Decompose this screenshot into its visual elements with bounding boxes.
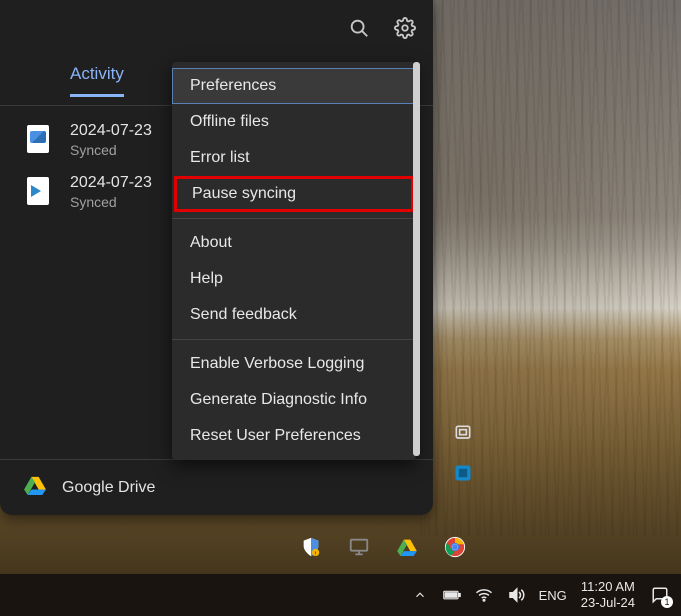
menu-item-generate-diagnostic-info[interactable]: Generate Diagnostic Info bbox=[172, 382, 416, 418]
search-icon[interactable] bbox=[345, 14, 373, 42]
clock-date: 23-Jul-24 bbox=[581, 595, 635, 611]
menu-separator bbox=[172, 339, 416, 340]
video-file-icon bbox=[24, 174, 52, 208]
monitor-icon[interactable] bbox=[346, 534, 372, 560]
file-name: 2024-07-23 bbox=[70, 174, 152, 192]
notifications-icon[interactable]: 1 bbox=[649, 584, 671, 606]
gear-icon[interactable] bbox=[391, 14, 419, 42]
settings-menu: PreferencesOffline filesError listPause … bbox=[172, 62, 416, 460]
menu-item-error-list[interactable]: Error list bbox=[172, 140, 416, 176]
file-status: Synced bbox=[70, 194, 152, 210]
menu-separator bbox=[172, 218, 416, 219]
menu-item-enable-verbose-logging[interactable]: Enable Verbose Logging bbox=[172, 346, 416, 382]
menu-item-about[interactable]: About bbox=[172, 225, 416, 261]
menu-item-help[interactable]: Help bbox=[172, 261, 416, 297]
tab-activity[interactable]: Activity bbox=[70, 64, 124, 97]
menu-item-offline-files[interactable]: Offline files bbox=[172, 104, 416, 140]
footer-title: Google Drive bbox=[62, 479, 155, 497]
google-drive-logo-icon bbox=[24, 475, 46, 500]
menu-item-reset-user-preferences[interactable]: Reset User Preferences bbox=[172, 418, 416, 454]
image-file-icon bbox=[24, 122, 52, 156]
chrome-icon[interactable] bbox=[442, 534, 468, 560]
screen-capture-icon[interactable] bbox=[452, 422, 474, 444]
battery-icon[interactable] bbox=[443, 586, 461, 604]
tray-flyout-horizontal: ! bbox=[298, 534, 468, 560]
windows-security-icon[interactable]: ! bbox=[298, 534, 324, 560]
language-indicator[interactable]: ENG bbox=[539, 588, 567, 603]
file-name: 2024-07-23 bbox=[70, 122, 152, 140]
menu-item-pause-syncing[interactable]: Pause syncing bbox=[174, 176, 414, 212]
clock[interactable]: 11:20 AM 23-Jul-24 bbox=[581, 579, 635, 610]
clock-time: 11:20 AM bbox=[581, 579, 635, 595]
drive-header bbox=[0, 0, 433, 56]
menu-item-preferences[interactable]: Preferences bbox=[172, 68, 416, 104]
menu-item-send-feedback[interactable]: Send feedback bbox=[172, 297, 416, 333]
file-status: Synced bbox=[70, 142, 152, 158]
taskbar: ENG 11:20 AM 23-Jul-24 1 bbox=[0, 574, 681, 616]
chevron-up-icon[interactable] bbox=[411, 586, 429, 604]
notification-badge: 1 bbox=[661, 596, 673, 608]
google-drive-panel: Activity 2024-07-23 Synced 2024-07-23 Sy… bbox=[0, 0, 433, 515]
volume-icon[interactable] bbox=[507, 586, 525, 604]
intel-graphics-icon[interactable] bbox=[452, 462, 474, 484]
tray-flyout-vertical bbox=[448, 422, 478, 484]
drive-footer: Google Drive bbox=[0, 459, 433, 515]
google-drive-tray-icon[interactable] bbox=[394, 534, 420, 560]
wifi-icon[interactable] bbox=[475, 586, 493, 604]
